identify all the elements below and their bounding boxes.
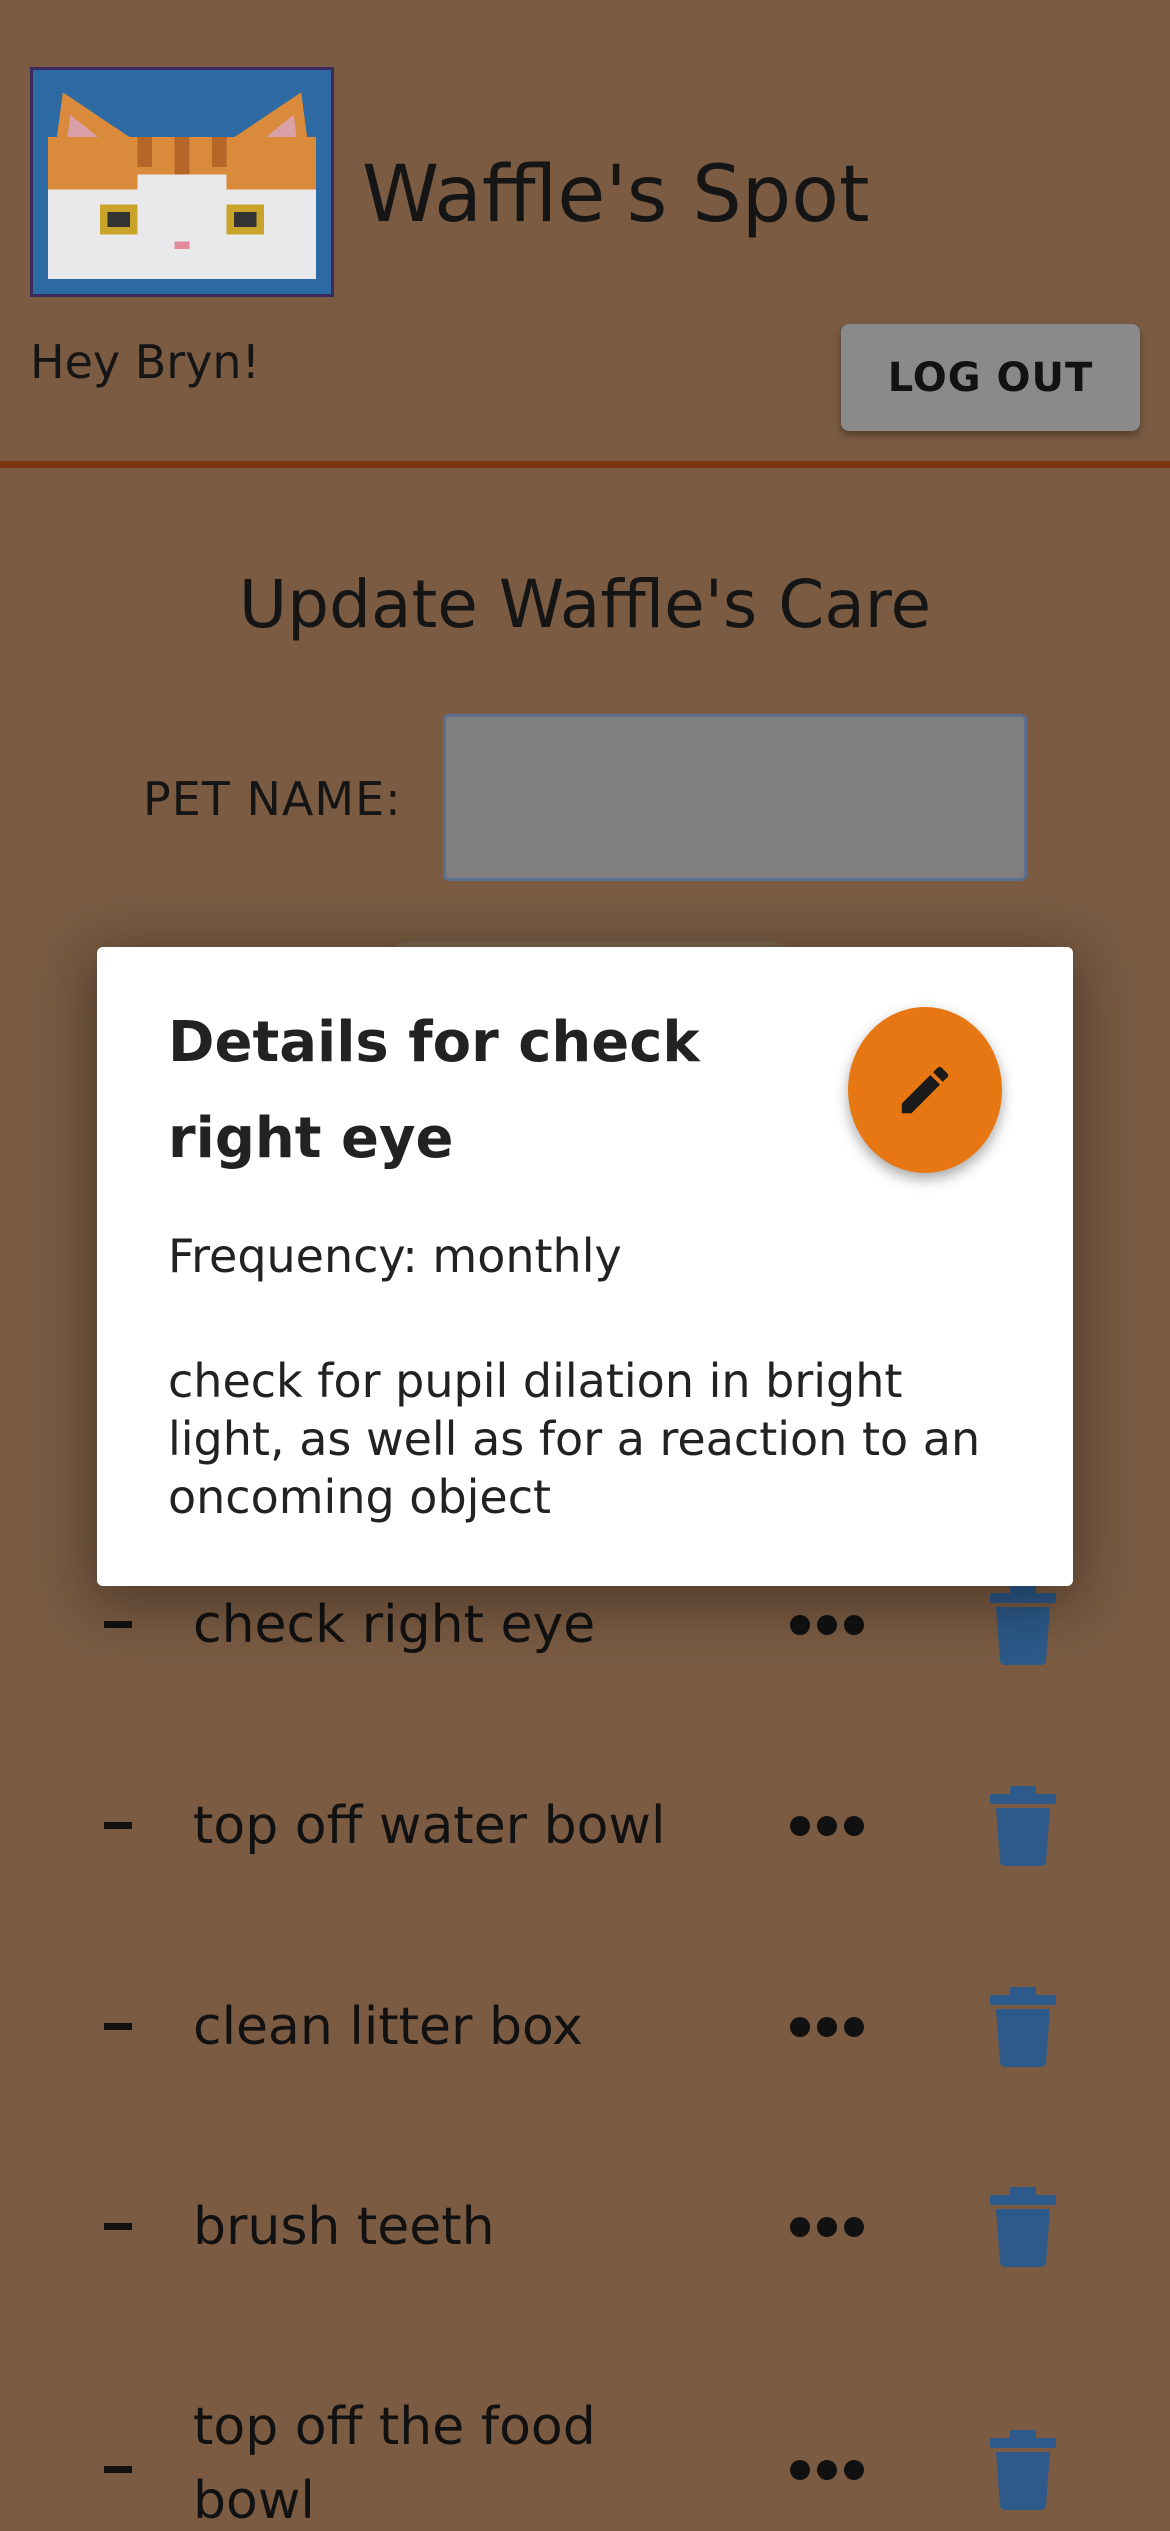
edit-button[interactable] — [848, 1007, 1002, 1173]
dialog-title: Details for check right eye — [168, 1010, 700, 1171]
dialog-description: check for pupil dilation in bright light… — [168, 1354, 981, 1524]
task-details-dialog: Details for check right eye Frequency: m… — [97, 947, 1073, 1586]
dialog-frequency: Frequency: monthly — [168, 1229, 622, 1283]
pencil-icon — [901, 1066, 949, 1114]
